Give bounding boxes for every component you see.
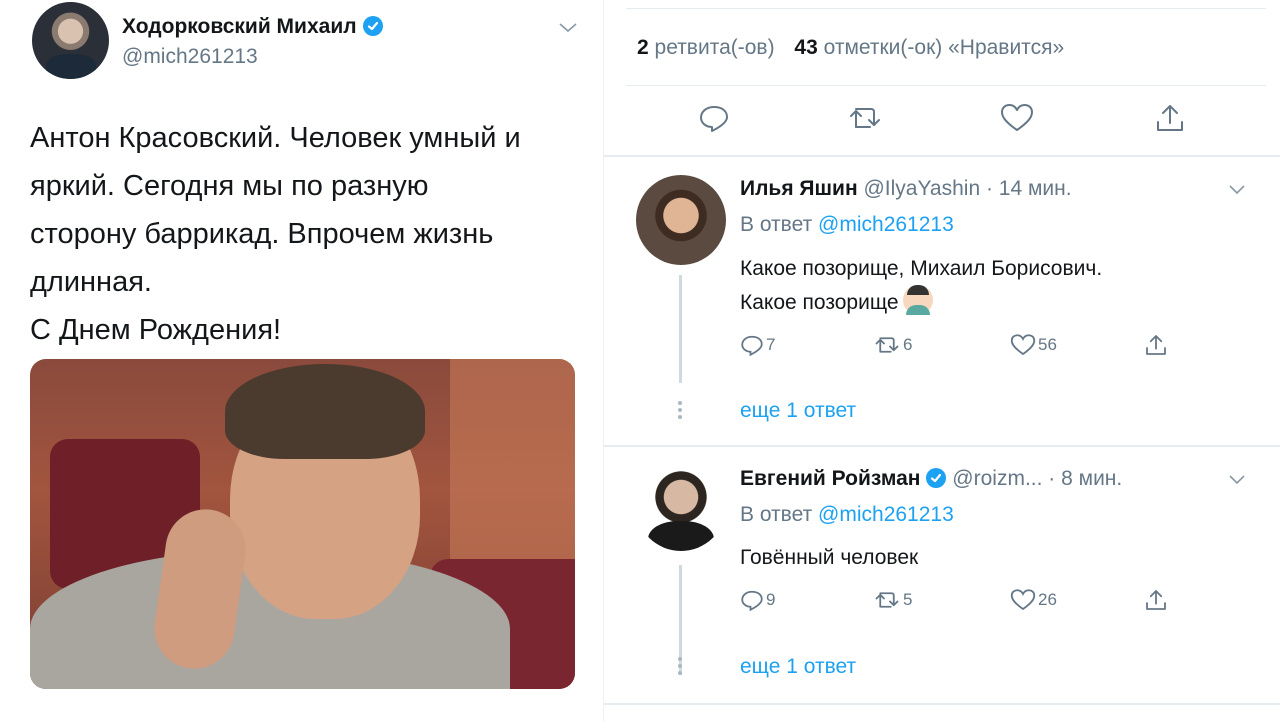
reply-icon	[741, 590, 763, 612]
reply-to-line: В ответ @mich261213	[740, 503, 954, 527]
tweet-text-line: Антон Красовский. Человек умный и	[30, 122, 521, 154]
reply-actions: 9 5 26	[740, 588, 1180, 616]
share-icon	[1146, 335, 1166, 355]
author-name-line[interactable]: Ходорковский Михаил	[122, 15, 383, 39]
divider	[626, 8, 1266, 9]
reply-to-label: В ответ	[740, 213, 813, 236]
like-count: 26	[1038, 590, 1057, 609]
reply-like-button[interactable]: 26	[1010, 588, 1057, 612]
reply-to-link[interactable]: @mich261213	[818, 213, 954, 236]
reply-like-button[interactable]: 56	[1010, 333, 1057, 357]
tweet-actions	[604, 100, 1280, 140]
reply-header: Евгений Ройзман @roizm... · 8 мин.	[740, 467, 1122, 491]
show-more-replies-link[interactable]: еще 1 ответ	[740, 399, 856, 423]
reply-author-handle[interactable]: @IlyaYashin	[863, 177, 980, 200]
share-icon	[1146, 590, 1166, 610]
chevron-down-icon[interactable]	[556, 18, 580, 38]
reply-reply-button[interactable]: 7	[740, 333, 775, 357]
reply-avatar[interactable]	[636, 175, 726, 265]
retweet-icon	[875, 337, 899, 353]
more-dots-icon	[678, 401, 682, 421]
reply-to-line: В ответ @mich261213	[740, 213, 954, 237]
photo-background	[450, 359, 575, 559]
likes-count[interactable]: 43	[794, 36, 817, 59]
chevron-down-icon[interactable]	[1226, 181, 1248, 199]
tweet-panel: Ходорковский Михаил @mich261213 Антон Кр…	[0, 0, 603, 722]
tweet-text-line: длинная.	[30, 266, 152, 298]
author-avatar[interactable]	[32, 2, 109, 79]
retweets-count[interactable]: 2	[637, 36, 649, 59]
facepalm-emoji-icon	[902, 285, 933, 315]
reply-header: Илья Яшин @IlyaYashin · 14 мин.	[740, 177, 1072, 201]
reply-text-line: Какое позорище, Михаил Борисович.	[740, 257, 1103, 280]
retweet-icon	[875, 592, 899, 608]
share-button[interactable]	[1152, 100, 1188, 136]
reply-retweet-button[interactable]: 5	[873, 588, 912, 612]
photo-person-hair	[225, 364, 425, 459]
reply-author-name[interactable]: Илья Яшин	[740, 177, 858, 200]
heart-icon	[1001, 104, 1033, 131]
reply-item[interactable]: Илья Яшин @IlyaYashin · 14 мин. В ответ …	[604, 157, 1280, 445]
reply-author-handle[interactable]: @roizm...	[952, 467, 1042, 490]
reply-text-line-2: Какое позорище	[740, 285, 1102, 319]
share-icon	[1157, 105, 1183, 131]
reply-time[interactable]: · 8 мин.	[1048, 467, 1122, 490]
heart-icon	[1010, 334, 1036, 356]
more-dots-icon	[678, 657, 682, 677]
heart-icon	[1010, 589, 1036, 611]
likes-label[interactable]: отметки(-ок) «Нравится»	[824, 36, 1065, 59]
thread-line	[679, 275, 682, 383]
reply-item[interactable]: Евгений Ройзман @roizm... · 8 мин. В отв…	[604, 447, 1280, 702]
reply-count: 9	[766, 590, 776, 609]
reply-author-name[interactable]: Евгений Ройзман	[740, 467, 920, 490]
retweets-label[interactable]: ретвита(-ов)	[655, 36, 775, 59]
tweet-author-row: Ходорковский Михаил @mich261213	[32, 2, 592, 84]
verified-icon	[362, 16, 383, 36]
reply-icon	[700, 106, 728, 132]
reply-button[interactable]	[696, 100, 732, 136]
reply-time[interactable]: · 14 мин.	[986, 177, 1072, 200]
reply-share-button[interactable]	[1144, 588, 1168, 612]
retweet-button[interactable]	[847, 100, 883, 136]
reply-text-fragment: Какое позорище	[740, 291, 899, 314]
retweet-count: 5	[903, 590, 913, 609]
divider	[604, 703, 1280, 705]
reply-count: 7	[766, 335, 776, 354]
reply-share-button[interactable]	[1144, 333, 1168, 357]
reply-retweet-button[interactable]: 6	[873, 333, 912, 357]
retweet-icon	[850, 108, 880, 128]
like-button[interactable]	[999, 100, 1035, 136]
show-more-replies-link[interactable]: еще 1 ответ	[740, 655, 856, 679]
divider	[626, 85, 1266, 86]
reply-reply-button[interactable]: 9	[740, 588, 775, 612]
reply-actions: 7 6 56	[740, 333, 1180, 361]
reply-to-link[interactable]: @mich261213	[818, 503, 954, 526]
author-name[interactable]: Ходорковский Михаил	[122, 15, 357, 38]
reply-to-label: В ответ	[740, 503, 813, 526]
replies-panel: 2 ретвита(-ов) 43 отметки(-ок) «Нравится…	[604, 0, 1280, 722]
retweet-count: 6	[903, 335, 913, 354]
like-count: 56	[1038, 335, 1057, 354]
reply-text-line: Говённый человек	[740, 546, 919, 569]
reply-avatar[interactable]	[636, 461, 726, 551]
reply-text: Какое позорище, Михаил Борисович. Какое …	[740, 253, 1102, 319]
tweet-stats: 2 ретвита(-ов) 43 отметки(-ок) «Нравится…	[637, 36, 1064, 60]
reply-text: Говённый человек	[740, 542, 918, 574]
tweet-photo[interactable]	[30, 359, 575, 689]
author-handle[interactable]: @mich261213	[122, 45, 258, 69]
chevron-down-icon[interactable]	[1226, 471, 1248, 489]
tweet-text: Антон Красовский. Человек умный и яркий.…	[30, 114, 590, 354]
tweet-text-line: С Днем Рождения!	[30, 314, 282, 346]
reply-icon	[741, 335, 763, 357]
tweet-text-line: яркий. Сегодня мы по разную	[30, 170, 429, 202]
verified-icon	[926, 468, 947, 488]
tweet-text-line: сторону баррикад. Впрочем жизнь	[30, 218, 494, 250]
